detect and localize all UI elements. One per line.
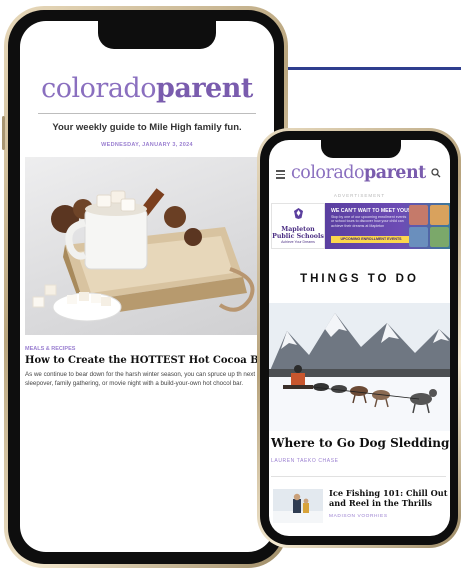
ad-school-panel: Mapleton Public Schools Achieve Your Dre…	[271, 203, 325, 249]
phone-newsletter: coloradoparent Your weekly guide to Mile…	[2, 6, 288, 568]
list-article-title[interactable]: Ice Fishing 101: Chill Out and Reel in t…	[329, 488, 450, 508]
ad-school-motto: Achieve Your Dreams	[281, 240, 315, 244]
search-icon[interactable]	[431, 168, 441, 178]
section-title: THINGS TO DO	[300, 273, 419, 285]
feature-article-title[interactable]: Where to Go Dog Sledding	[271, 436, 449, 450]
site-logo[interactable]: coloradoparent	[291, 163, 426, 183]
article-divider	[271, 476, 446, 477]
newsletter-logo[interactable]: coloradoparent	[20, 73, 274, 104]
phone-notch	[98, 21, 216, 49]
list-article-author[interactable]: MADISON VOORHIES	[329, 514, 388, 519]
ad-body: Stop by one of our upcoming enrollment e…	[331, 215, 407, 228]
website-screen[interactable]: coloradoparent ADVERTISEMENT Mapleton Pu…	[269, 140, 450, 536]
article-excerpt: As we continue to bear down for the hars…	[25, 371, 256, 387]
phone-notch	[321, 140, 401, 158]
logo-divider	[38, 113, 256, 114]
mapleton-ad-banner[interactable]: Mapleton Public Schools Achieve Your Dre…	[271, 203, 450, 249]
article-category[interactable]: MEALS & RECIPES	[25, 346, 75, 352]
decorative-line	[282, 67, 461, 70]
ad-message-panel: WE CAN'T WAIT TO MEET YOU! Stop by one o…	[325, 203, 450, 249]
dog-sledding-image[interactable]	[269, 303, 450, 431]
newsletter-tagline: Your weekly guide to Mile High family fu…	[52, 122, 242, 133]
ice-fishing-illustration	[273, 489, 323, 523]
newsletter-screen[interactable]: coloradoparent Your weekly guide to Mile…	[20, 21, 274, 552]
mapleton-leaf-icon	[293, 208, 303, 219]
hot-cocoa-illustration	[32, 188, 255, 322]
phone-volume-button	[2, 116, 5, 150]
feature-article-author[interactable]: LAUREN TAEKO CHASE	[271, 458, 339, 464]
hamburger-menu-icon[interactable]	[276, 170, 285, 181]
ad-headline: WE CAN'T WAIT TO MEET YOU!	[331, 208, 410, 214]
ad-school-name: Mapleton Public Schools	[272, 226, 324, 240]
ad-student-photos	[409, 205, 449, 247]
advertisement-label: ADVERTISEMENT	[333, 193, 386, 198]
ice-fishing-thumbnail[interactable]	[273, 489, 323, 523]
hot-cocoa-image[interactable]	[25, 157, 274, 335]
dog-sledding-illustration	[269, 303, 450, 431]
phone-website: coloradoparent ADVERTISEMENT Mapleton Pu…	[257, 128, 461, 548]
newsletter-date: WEDNESDAY, JANUARY 3, 2024	[101, 142, 193, 148]
article-headline[interactable]: How to Create the HOTTEST Hot Cocoa Bar …	[25, 355, 274, 366]
ad-cta-button[interactable]: UPCOMING ENROLLMENT EVENTS	[331, 236, 411, 243]
